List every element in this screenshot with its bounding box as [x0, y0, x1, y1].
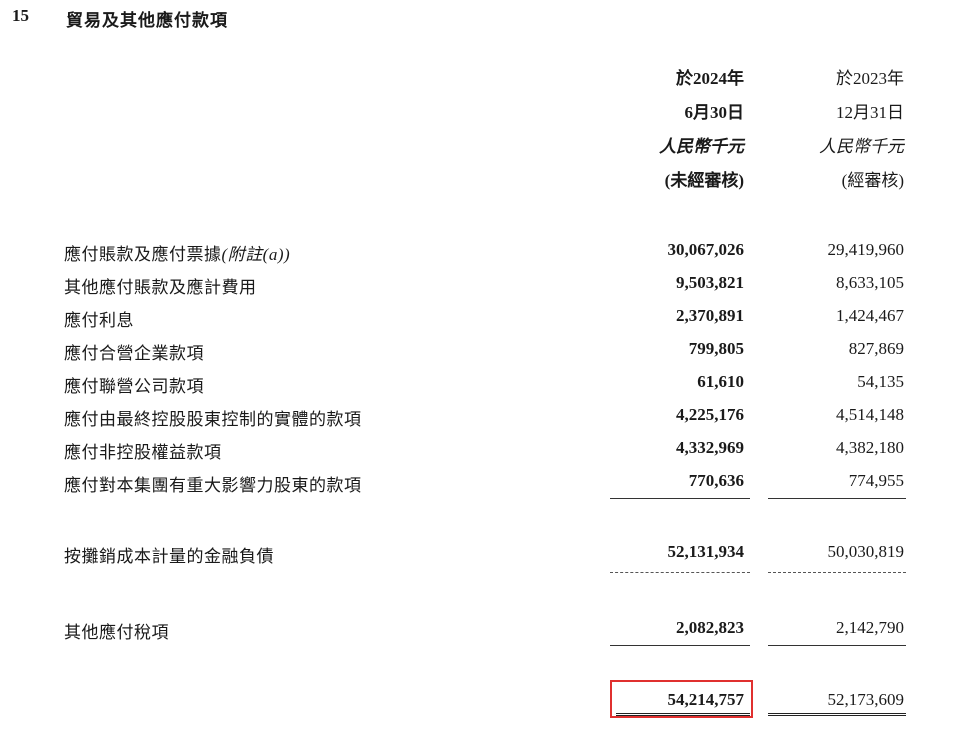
section-number: 15	[12, 6, 29, 25]
underline-prior	[768, 645, 906, 646]
header-current-currency: 人民幣千元	[659, 137, 744, 156]
header-current-year: 於2024年	[676, 69, 744, 88]
row-value-current: 4,225,176	[676, 405, 744, 424]
row-label: 其他應付賬款及應計費用	[64, 278, 257, 297]
row-value-prior: 4,382,180	[836, 438, 904, 457]
tax-row: 其他應付稅項 2,082,823 2,142,790	[0, 612, 960, 645]
table-row: 應付聯營公司款項 61,610 54,135	[0, 366, 960, 399]
total-value-prior: 52,173,609	[827, 690, 905, 709]
subtotal-value-prior: 50,030,819	[827, 542, 905, 561]
table-row: 應付合營企業款項 799,805 827,869	[0, 333, 960, 366]
subtotal-value-current: 52,131,934	[667, 542, 745, 561]
column-header-current: 於2024年 6月30日 人民幣千元 (未經審核)	[574, 62, 744, 198]
row-value-prior: 827,869	[848, 339, 904, 358]
highlight-box	[610, 680, 753, 718]
column-header-prior: 於2023年 12月31日 人民幣千元 (經審核)	[754, 62, 904, 198]
dashed-rule-current	[610, 572, 750, 573]
row-label: 應付非控股權益款項	[64, 443, 222, 462]
row-value-current: 2,370,891	[676, 306, 744, 325]
header-current-date: 6月30日	[684, 103, 745, 122]
header-prior-date: 12月31日	[836, 103, 904, 122]
row-label: 應付由最終控股股東控制的實體的款項	[64, 410, 362, 429]
section-title: 貿易及其他應付款項	[66, 11, 228, 30]
row-label: 應付賬款及應付票據(附註(a))	[64, 245, 291, 264]
header-current-audit: (未經審核)	[664, 171, 744, 190]
header-prior-audit: (經審核)	[841, 171, 904, 190]
row-label: 應付聯營公司款項	[64, 377, 204, 396]
row-note: (附註(a))	[221, 245, 291, 264]
row-value-current: 4,332,969	[676, 438, 744, 457]
row-value-prior: 774,955	[848, 471, 904, 490]
row-value-current: 770,636	[688, 471, 744, 490]
underline-current	[610, 645, 750, 646]
row-value-current: 799,805	[688, 339, 744, 358]
row-value-prior: 4,514,148	[836, 405, 904, 424]
header-prior-currency: 人民幣千元	[819, 137, 904, 156]
row-value-current: 30,067,026	[667, 240, 745, 259]
row-label: 應付對本集團有重大影響力股東的款項	[64, 476, 362, 495]
row-value-prior: 54,135	[857, 372, 904, 391]
subtotal-label: 按攤銷成本計量的金融負債	[64, 547, 274, 566]
row-value-prior: 1,424,467	[836, 306, 904, 325]
tax-value-prior: 2,142,790	[836, 618, 904, 637]
subtotal-row: 按攤銷成本計量的金融負債 52,131,934 50,030,819	[0, 536, 960, 569]
row-value-current: 9,503,821	[676, 273, 744, 292]
underline-current	[610, 498, 750, 499]
row-label: 應付合營企業款項	[64, 344, 204, 363]
table-row: 應付對本集團有重大影響力股東的款項 770,636 774,955	[0, 465, 960, 498]
tax-label: 其他應付稅項	[64, 623, 169, 642]
underline-prior	[768, 498, 906, 499]
row-value-current: 61,610	[697, 372, 744, 391]
header-prior-year: 於2023年	[836, 69, 904, 88]
table-row: 其他應付賬款及應計費用 9,503,821 8,633,105	[0, 267, 960, 300]
row-value-prior: 8,633,105	[836, 273, 904, 292]
double-rule-prior	[768, 713, 906, 716]
table-row: 應付非控股權益款項 4,332,969 4,382,180	[0, 432, 960, 465]
table-row: 應付利息 2,370,891 1,424,467	[0, 300, 960, 333]
row-label: 應付利息	[64, 311, 134, 330]
tax-value-current: 2,082,823	[676, 618, 744, 637]
dashed-rule-prior	[768, 572, 906, 573]
table-row: 應付由最終控股股東控制的實體的款項 4,225,176 4,514,148	[0, 399, 960, 432]
row-value-prior: 29,419,960	[827, 240, 905, 259]
table-row: 應付賬款及應付票據(附註(a)) 30,067,026 29,419,960	[0, 234, 960, 267]
